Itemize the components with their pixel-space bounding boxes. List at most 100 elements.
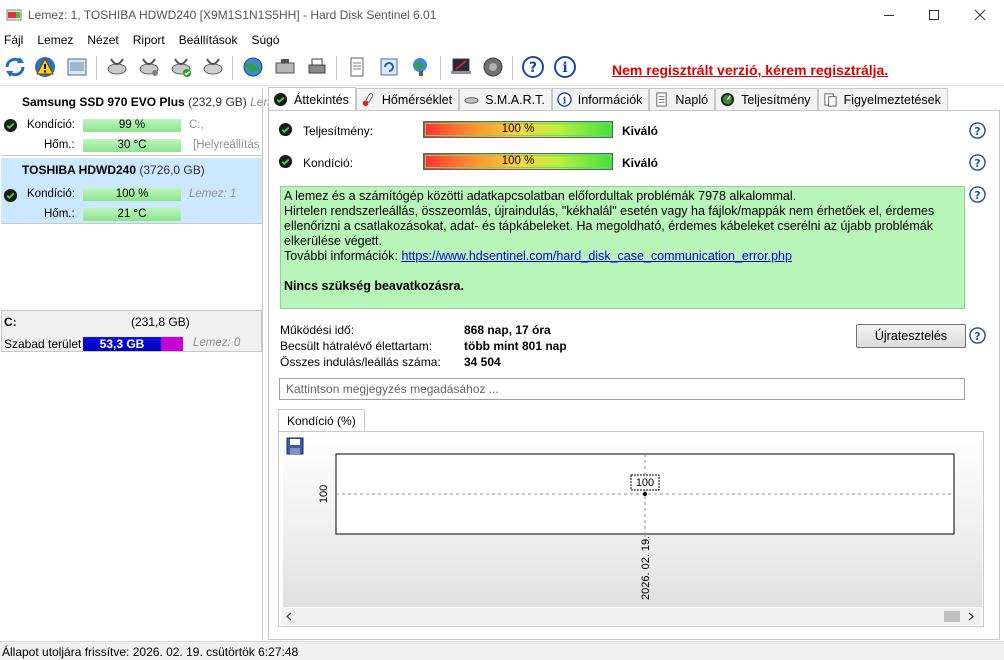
backup-button[interactable]: [376, 54, 402, 80]
report-button[interactable]: [344, 54, 370, 80]
test-button-2[interactable]: [136, 54, 162, 80]
chart-svg: 100 100 2026. 02. 19.: [318, 453, 955, 600]
menu-report[interactable]: Riport: [133, 30, 173, 50]
backup-icon: [380, 58, 398, 76]
svg-text:?: ?: [529, 60, 537, 76]
condition-bar: 100 %: [423, 153, 613, 170]
alert-button[interactable]: [32, 54, 58, 80]
performance-bar: 100 %: [423, 121, 613, 138]
web-button[interactable]: [240, 54, 266, 80]
print-button[interactable]: [304, 54, 330, 80]
title-bar: Lemez: 1, TOSHIBA HDWD240 [X9M1S1N1S5HH]…: [0, 0, 1004, 30]
temperature-bar: 21 °C: [83, 208, 181, 221]
note-input[interactable]: [279, 378, 965, 400]
message-line: A lemez és a számítógép közötti adatkapc…: [284, 189, 797, 203]
maximize-button[interactable]: [911, 0, 957, 30]
tab-performance[interactable]: Teljesítmény: [715, 88, 818, 110]
monitor-globe-icon: [413, 58, 427, 76]
data-label: 100: [636, 477, 654, 489]
globe-icon: [243, 57, 263, 77]
chart-canvas: 100 100 2026. 02. 19.: [283, 434, 982, 607]
chart-horizontal-scrollbar[interactable]: [281, 608, 981, 625]
help-icon[interactable]: ?: [969, 154, 986, 171]
help-icon[interactable]: ?: [969, 122, 986, 139]
free-space-label: Szabad terület: [4, 337, 82, 351]
smart-disk-icon: [464, 97, 479, 104]
help-icon[interactable]: ?: [969, 186, 986, 203]
menu-view[interactable]: Nézet: [87, 30, 126, 50]
test-button-4[interactable]: [200, 54, 226, 80]
tab-chart-condition[interactable]: Kondíció (%): [278, 409, 365, 431]
more-info-link[interactable]: https://www.hdsentinel.com/hard_disk_cas…: [401, 249, 792, 263]
help-icon[interactable]: ?: [969, 327, 986, 344]
tab-alerts[interactable]: Figyelmeztetések: [817, 88, 948, 110]
document-icon: [350, 57, 364, 77]
alert-document-icon: [823, 93, 837, 107]
close-button[interactable]: [957, 0, 1003, 30]
tab-label: Napló: [675, 92, 709, 107]
network-button[interactable]: [272, 54, 298, 80]
window-title: Lemez: 1, TOSHIBA HDWD240 [X9M1S1N1S5HH]…: [28, 8, 437, 22]
disk-item-toshiba[interactable]: TOSHIBA HDWD240 (3726,0 GB) Kondíció: 10…: [1, 158, 262, 224]
tab-temperature[interactable]: Hőmérséklet: [355, 88, 460, 110]
refresh-icon: [5, 57, 25, 77]
tab-smart[interactable]: S.M.A.R.T.: [459, 88, 552, 110]
surface-test-icon: [139, 58, 159, 76]
status-message-box: A lemez és a számítógép közötti adatkapc…: [280, 186, 965, 309]
minimize-button[interactable]: [866, 0, 912, 30]
volume-item-c[interactable]: C: (231,8 GB) Szabad terület 53,3 GB Lem…: [1, 310, 262, 352]
svg-text:?: ?: [974, 190, 980, 202]
scroll-left-icon[interactable]: [283, 608, 295, 625]
free-space-value: 53,3 GB: [83, 337, 161, 351]
tools-icon: [203, 58, 223, 75]
disk-list-panel: Samsung SSD 970 EVO Plus (232,9 GB) Leme…: [0, 88, 280, 640]
help-button[interactable]: ?: [520, 54, 546, 80]
tab-label: Áttekintés: [294, 92, 349, 107]
uptime-value: 868 nap, 17 óra: [464, 323, 551, 337]
refresh-button[interactable]: [2, 54, 28, 80]
svg-text:?: ?: [974, 158, 980, 170]
temperature-label: Hőm.:: [44, 139, 75, 151]
condition-chart: 100 100 2026. 02. 19.: [278, 431, 984, 627]
test-button-1[interactable]: [104, 54, 130, 80]
condition-value: 100 %: [501, 155, 535, 167]
send-button[interactable]: [408, 54, 434, 80]
status-bar: Állapot utoljára frissítve: 2026. 02. 19…: [0, 641, 1004, 660]
laptop-icon: [451, 58, 471, 74]
condition-grade: Kiváló: [622, 156, 659, 170]
test-button-3[interactable]: [168, 54, 194, 80]
toolbar-separator: [440, 56, 441, 80]
tab-label: Hőmérséklet: [381, 92, 453, 107]
disk-item-samsung[interactable]: Samsung SSD 970 EVO Plus (232,9 GB) Leme…: [1, 90, 280, 156]
menu-settings[interactable]: Beállítások: [179, 30, 246, 50]
scroll-right-icon[interactable]: [965, 608, 977, 625]
disk-icon: [67, 58, 87, 76]
menu-help[interactable]: Súgó: [251, 30, 287, 50]
tab-label: Figyelmeztetések: [843, 92, 941, 107]
registration-link[interactable]: Nem regisztrált verzió, kérem regisztrál…: [612, 62, 888, 78]
about-button[interactable]: i: [552, 54, 578, 80]
volume-size: (231,8 GB): [131, 315, 190, 329]
menu-bar: Fájl Lemez Nézet Riport Beállítások Súgó: [0, 30, 1004, 50]
condition-bar: 99 %: [83, 119, 181, 132]
ok-check-icon: [273, 92, 288, 107]
disk-index-note: Lemez: 1: [189, 188, 237, 200]
disk-info-button[interactable]: [64, 54, 90, 80]
menu-disk[interactable]: Lemez: [37, 30, 81, 50]
tab-information[interactable]: i Információk: [551, 88, 650, 110]
options-button[interactable]: [448, 54, 474, 80]
retest-button[interactable]: Újratesztelés: [856, 324, 966, 348]
tab-overview[interactable]: Áttekintés: [268, 87, 356, 111]
recovery-note: [Helyreállítás: [193, 139, 260, 151]
uptime-label: Működési idő:: [280, 323, 355, 337]
maximize-icon: [929, 10, 939, 20]
performance-label: Teljesítmény:: [303, 124, 374, 138]
tab-log[interactable]: Napló: [649, 88, 716, 110]
sound-button[interactable]: [480, 54, 506, 80]
scroll-thumb[interactable]: [944, 611, 960, 622]
volume-letter: C:: [4, 315, 17, 329]
thermometer-icon: [362, 93, 374, 107]
menu-file[interactable]: Fájl: [4, 30, 31, 50]
condition-bar: 100 %: [83, 188, 181, 201]
speaker-icon: [483, 57, 503, 77]
